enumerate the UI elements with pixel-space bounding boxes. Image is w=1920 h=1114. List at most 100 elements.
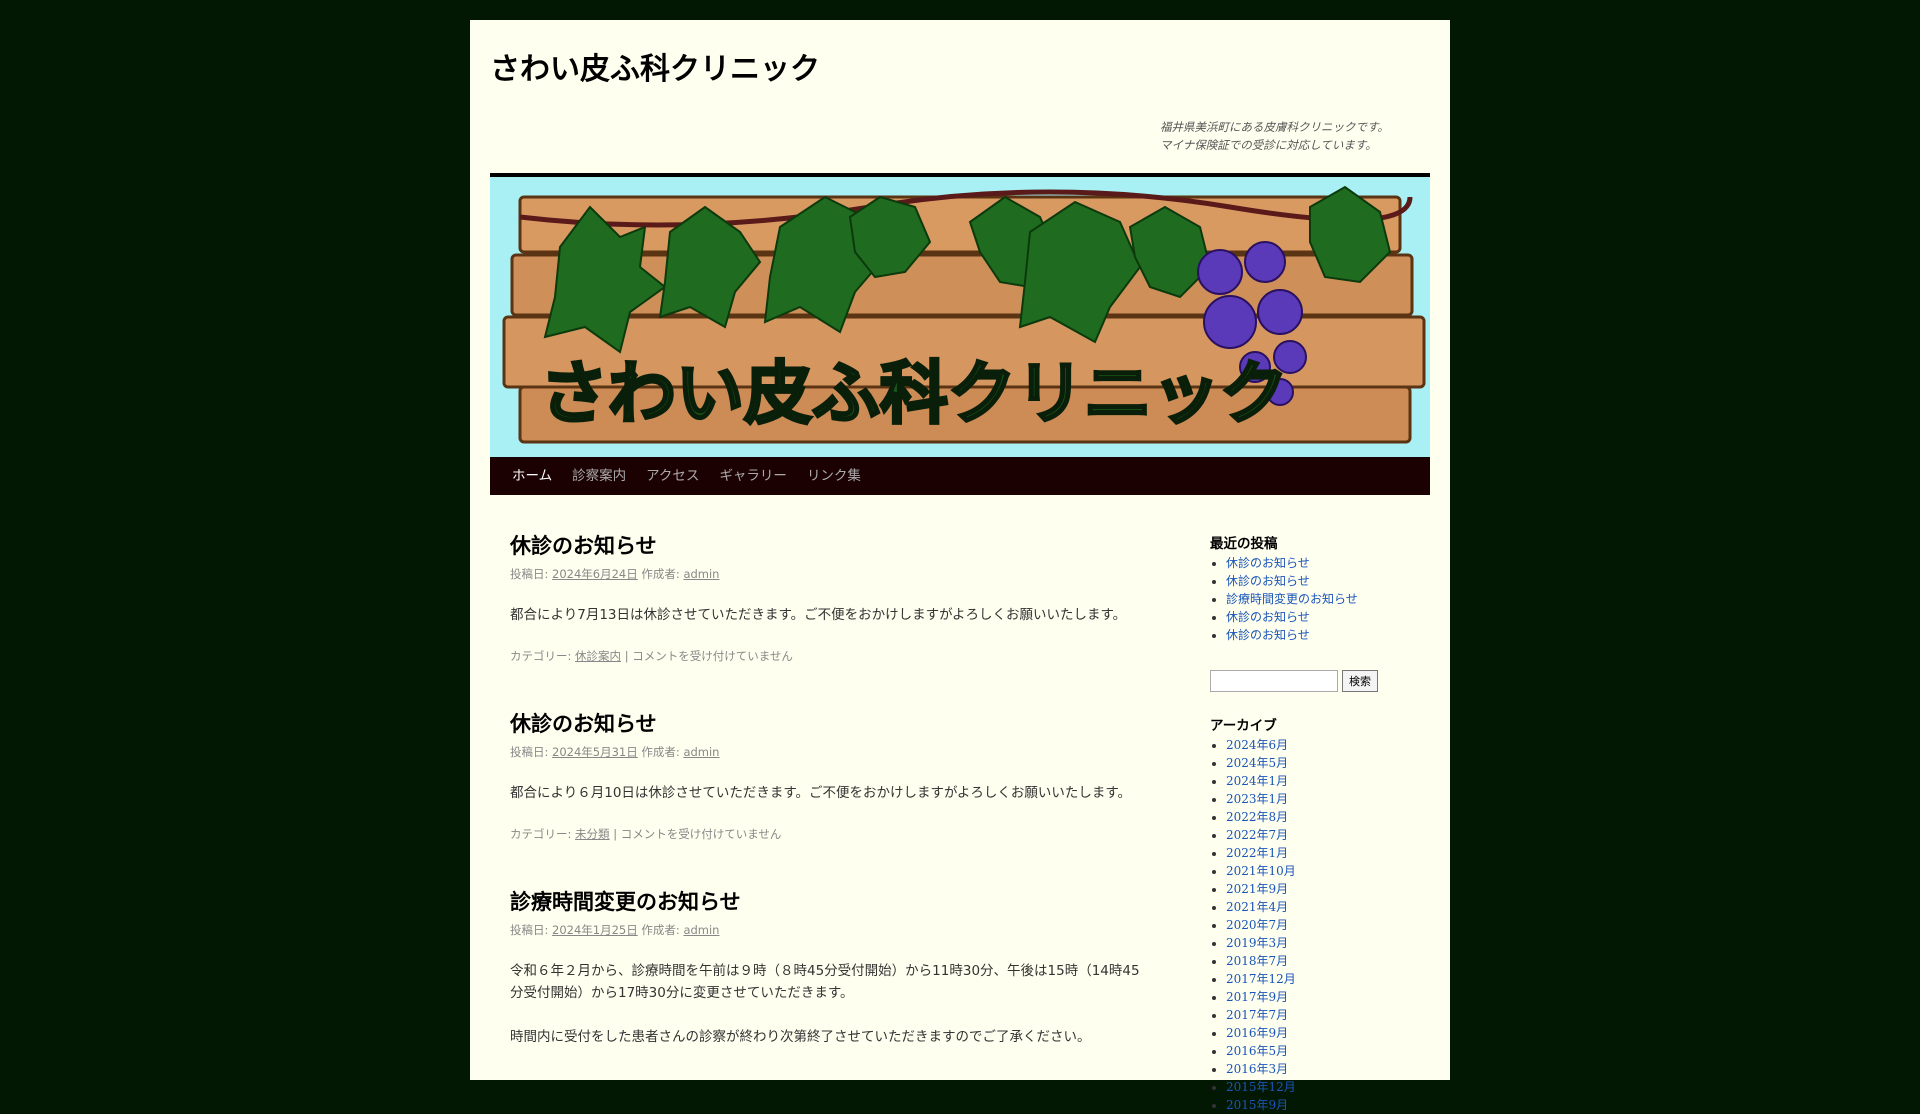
archive-item: 2015年9月 — [1226, 1096, 1430, 1114]
archive-item: 2018年7月 — [1226, 952, 1430, 970]
post-paragraph: 都合により６月10日は休診させていただきます。ご不便をおかけしますがよろしくお願… — [510, 785, 1132, 801]
post-title[interactable]: 休診のお知らせ — [510, 708, 1150, 738]
recent-post-item: 休診のお知らせ — [1226, 608, 1430, 626]
post-meta: 投稿日: 2024年1月25日 作成者: admin — [510, 922, 1150, 938]
nav-item-links[interactable]: リンク集 — [797, 457, 871, 495]
search-input[interactable] — [1210, 670, 1338, 692]
post-category-link[interactable]: 未分類 — [575, 827, 610, 841]
recent-post-link[interactable]: 休診のお知らせ — [1226, 628, 1310, 642]
archive-link[interactable]: 2022年7月 — [1226, 828, 1288, 842]
recent-posts-widget: 最近の投稿 休診のお知らせ 休診のお知らせ 診療時間変更のお知らせ 休診のお知ら… — [1210, 532, 1430, 644]
nav-link-gallery[interactable]: ギャラリー — [709, 457, 797, 495]
nav-item-consultation[interactable]: 診察案内 — [562, 457, 636, 495]
search-widget: 検索 — [1210, 670, 1430, 692]
archive-item: 2017年12月 — [1226, 970, 1430, 988]
post-title[interactable]: 休診のお知らせ — [510, 530, 1150, 560]
post-footer: カテゴリー: 未分類 | コメントを受け付けていません — [510, 826, 1150, 842]
site-title[interactable]: さわい皮ふ科クリニック — [490, 44, 820, 88]
post-meta: 投稿日: 2024年5月31日 作成者: admin — [510, 744, 1150, 760]
comments-status: コメントを受け付けていません — [632, 649, 793, 663]
nav-item-gallery[interactable]: ギャラリー — [709, 457, 797, 495]
post-content: 都合により６月10日は休診させていただきます。ご不便をおかけしますがよろしくお願… — [510, 782, 1150, 804]
post-date-link[interactable]: 2024年6月24日 — [552, 567, 638, 581]
post-category-link[interactable]: 休診案内 — [575, 649, 621, 663]
nav-link-home[interactable]: ホーム — [502, 457, 562, 495]
main-navigation: ホーム 診察案内 アクセス ギャラリー リンク集 — [490, 457, 1430, 495]
archive-link[interactable]: 2016年3月 — [1226, 1062, 1288, 1076]
post-title[interactable]: 診療時間変更のお知らせ — [510, 886, 1150, 916]
recent-post-item: 診療時間変更のお知らせ — [1226, 590, 1430, 608]
page-wrapper: さわい皮ふ科クリニック 福井県美浜町にある皮膚科クリニックです。 マイナ保険証で… — [470, 20, 1450, 1112]
archive-link[interactable]: 2023年1月 — [1226, 792, 1288, 806]
archive-link[interactable]: 2017年7月 — [1226, 1008, 1288, 1022]
author-label: 作成者: — [641, 745, 680, 759]
post-paragraph: 時間内に受付をした患者さんの診察が終わり次第終了させていただきますのでご了承くだ… — [510, 1029, 1091, 1045]
archive-link[interactable]: 2017年9月 — [1226, 990, 1288, 1004]
post-meta: 投稿日: 2024年6月24日 作成者: admin — [510, 566, 1150, 582]
nav-item-access[interactable]: アクセス — [636, 457, 709, 495]
recent-post-link[interactable]: 休診のお知らせ — [1226, 556, 1310, 570]
archive-item: 2017年9月 — [1226, 988, 1430, 1006]
post-date-link[interactable]: 2024年1月25日 — [552, 923, 638, 937]
nav-link-consultation[interactable]: 診察案内 — [562, 457, 636, 495]
recent-post-link[interactable]: 休診のお知らせ — [1226, 574, 1310, 588]
post-paragraph: 令和６年２月から、診療時間を午前は９時（８時45分受付開始）から11時30分、午… — [510, 963, 1140, 1001]
category-label: カテゴリー: — [510, 649, 572, 663]
nav-link-access[interactable]: アクセス — [636, 457, 709, 495]
archive-item: 2021年10月 — [1226, 862, 1430, 880]
post-paragraph: 都合により7月13日は休診させていただきます。ご不便をおかけしますがよろしくお願… — [510, 607, 1127, 623]
post-author-link[interactable]: admin — [683, 923, 719, 937]
site-description: 福井県美浜町にある皮膚科クリニックです。 マイナ保険証での受診に対応しています。 — [1160, 118, 1420, 154]
post-author-link[interactable]: admin — [683, 745, 719, 759]
site-description-line1: 福井県美浜町にある皮膚科クリニックです。 — [1160, 120, 1389, 134]
archives-widget: アーカイブ 2024年6月 2024年5月 2024年1月 2023年1月 20… — [1210, 714, 1430, 1114]
archive-link[interactable]: 2021年9月 — [1226, 882, 1288, 896]
archive-item: 2017年7月 — [1226, 1006, 1430, 1024]
recent-post-link[interactable]: 診療時間変更のお知らせ — [1226, 592, 1358, 606]
post-1: 休診のお知らせ 投稿日: 2024年6月24日 作成者: admin 都合により… — [510, 530, 1150, 664]
archive-item: 2022年8月 — [1226, 808, 1430, 826]
post-footer: カテゴリー: 休診案内 | コメントを受け付けていません — [510, 648, 1150, 664]
nav-item-home[interactable]: ホーム — [502, 457, 562, 495]
archive-link[interactable]: 2024年5月 — [1226, 756, 1288, 770]
archive-link[interactable]: 2019年3月 — [1226, 936, 1288, 950]
archive-item: 2024年1月 — [1226, 772, 1430, 790]
archive-item: 2021年9月 — [1226, 880, 1430, 898]
search-button[interactable]: 検索 — [1342, 670, 1378, 692]
sidebar: 最近の投稿 休診のお知らせ 休診のお知らせ 診療時間変更のお知らせ 休診のお知ら… — [1210, 532, 1430, 1114]
archive-link[interactable]: 2021年4月 — [1226, 900, 1288, 914]
recent-post-item: 休診のお知らせ — [1226, 626, 1430, 644]
archive-link[interactable]: 2017年12月 — [1226, 972, 1296, 986]
post-3: 診療時間変更のお知らせ 投稿日: 2024年1月25日 作成者: admin 令… — [510, 886, 1150, 1048]
archive-item: 2022年7月 — [1226, 826, 1430, 844]
main-content: 休診のお知らせ 投稿日: 2024年6月24日 作成者: admin 都合により… — [510, 530, 1150, 1092]
archive-link[interactable]: 2015年12月 — [1226, 1080, 1296, 1094]
archive-item: 2021年4月 — [1226, 898, 1430, 916]
archive-link[interactable]: 2016年5月 — [1226, 1044, 1288, 1058]
meta-separator: | — [613, 827, 618, 841]
recent-post-link[interactable]: 休診のお知らせ — [1226, 610, 1310, 624]
archive-link[interactable]: 2020年7月 — [1226, 918, 1288, 932]
archive-link[interactable]: 2022年1月 — [1226, 846, 1288, 860]
post-2: 休診のお知らせ 投稿日: 2024年5月31日 作成者: admin 都合により… — [510, 708, 1150, 842]
nav-link-links[interactable]: リンク集 — [797, 457, 871, 495]
archive-link[interactable]: 2015年9月 — [1226, 1098, 1288, 1112]
archive-item: 2016年3月 — [1226, 1060, 1430, 1078]
archive-link[interactable]: 2021年10月 — [1226, 864, 1296, 878]
archive-item: 2020年7月 — [1226, 916, 1430, 934]
header-banner-image: さわい皮ふ科クリニック — [490, 177, 1430, 457]
posted-label: 投稿日: — [510, 745, 549, 759]
archive-link[interactable]: 2022年8月 — [1226, 810, 1288, 824]
archive-link[interactable]: 2024年1月 — [1226, 774, 1288, 788]
post-author-link[interactable]: admin — [683, 567, 719, 581]
archive-link[interactable]: 2016年9月 — [1226, 1026, 1288, 1040]
banner-title-text: さわい皮ふ科クリニック — [540, 355, 1288, 434]
author-label: 作成者: — [641, 923, 680, 937]
post-date-link[interactable]: 2024年5月31日 — [552, 745, 638, 759]
archive-item: 2015年12月 — [1226, 1078, 1430, 1096]
meta-separator: | — [624, 649, 629, 663]
archive-link[interactable]: 2018年7月 — [1226, 954, 1288, 968]
archive-link[interactable]: 2024年6月 — [1226, 738, 1288, 752]
recent-posts-title: 最近の投稿 — [1210, 536, 1278, 552]
category-label: カテゴリー: — [510, 827, 572, 841]
